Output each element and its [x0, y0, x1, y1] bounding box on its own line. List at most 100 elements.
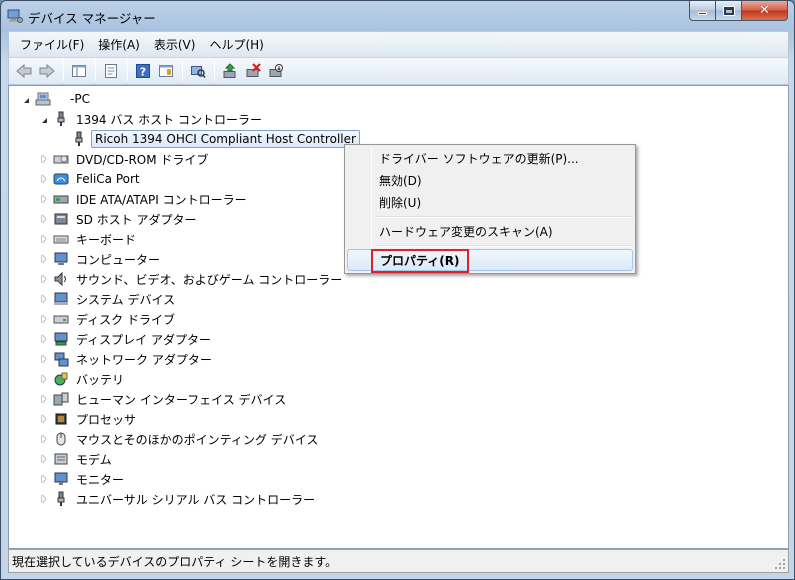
tree-category-1394[interactable]: 1394 バス ホスト コントローラー: [39, 109, 265, 129]
expand-arrow-icon[interactable]: [39, 489, 49, 509]
category-label: FeliCa Port: [76, 172, 140, 186]
category-label: プロセッサ: [76, 412, 137, 427]
tree-category[interactable]: ネットワーク アダプター: [39, 349, 215, 369]
dvd-drive-icon: [53, 151, 69, 167]
expand-arrow-icon[interactable]: [39, 389, 49, 409]
back-button[interactable]: [13, 60, 35, 82]
tree-category[interactable]: ヒューマン インターフェイス デバイス: [39, 389, 289, 409]
expand-arrow-icon[interactable]: [39, 449, 49, 469]
category-label: DVD/CD-ROM ドライブ: [76, 152, 209, 167]
tree-category[interactable]: モニター: [39, 469, 127, 489]
window-controls: ✕: [689, 1, 788, 21]
properties-icon: [105, 64, 117, 78]
computer-name: -PC: [70, 92, 90, 106]
expand-arrow-icon[interactable]: [39, 169, 49, 189]
collapse-arrow-icon[interactable]: [21, 89, 31, 109]
menu-item-scan-hardware[interactable]: ハードウェア変更のスキャン(A): [347, 220, 633, 242]
processor-icon: [53, 411, 69, 427]
tree-category[interactable]: キーボード: [39, 229, 139, 249]
help-icon: ?: [136, 64, 150, 79]
minimize-icon: [698, 12, 707, 15]
properties-toolbar-button[interactable]: [100, 60, 122, 82]
expand-arrow-icon[interactable]: [39, 229, 49, 249]
tree-category[interactable]: IDE ATA/ATAPI コントローラー: [39, 189, 250, 209]
update-driver-button[interactable]: [219, 60, 241, 82]
resize-grip-icon[interactable]: [774, 558, 786, 570]
expand-arrow-icon[interactable]: [39, 349, 49, 369]
toolbar-separator: [182, 61, 183, 81]
tree-category[interactable]: DVD/CD-ROM ドライブ: [39, 149, 211, 169]
action-pane-button[interactable]: [155, 60, 177, 82]
tree-device-ricoh[interactable]: Ricoh 1394 OHCI Compliant Host Controlle…: [57, 129, 360, 149]
category-label: ヒューマン インターフェイス デバイス: [76, 392, 287, 407]
title-bar[interactable]: デバイス マネージャー ✕: [1, 1, 794, 31]
tree-category[interactable]: プロセッサ: [39, 409, 139, 429]
tree-category[interactable]: コンピューター: [39, 249, 163, 269]
toolbar-separator: [63, 61, 64, 81]
category-label: マウスとそのほかのポインティング デバイス: [76, 432, 319, 447]
show-hide-tree-button[interactable]: [68, 60, 90, 82]
keyboard-icon: [53, 231, 69, 247]
expand-arrow-icon[interactable]: [39, 369, 49, 389]
toolbar-separator: [127, 61, 128, 81]
maximize-icon: [722, 5, 735, 16]
minimize-button[interactable]: [689, 1, 716, 21]
expand-arrow-icon[interactable]: [39, 329, 49, 349]
help-button[interactable]: ?: [132, 60, 154, 82]
tree-category[interactable]: ディスク ドライブ: [39, 309, 178, 329]
status-bar: 現在選択しているデバイスのプロパティ シートを開きます。: [8, 549, 789, 573]
menu-item-disable[interactable]: 無効(D): [347, 169, 633, 191]
tree-category[interactable]: バッテリ: [39, 369, 127, 389]
tree-category[interactable]: ユニバーサル シリアル バス コントローラー: [39, 489, 318, 509]
tree-root[interactable]: -PC: [21, 89, 93, 109]
tree-category[interactable]: モデム: [39, 449, 115, 469]
ide-controller-icon: [53, 191, 69, 207]
expand-arrow-icon[interactable]: [39, 209, 49, 229]
menu-help[interactable]: ヘルプ(H): [202, 34, 270, 56]
computer-icon: [35, 91, 51, 107]
battery-icon: [53, 371, 69, 387]
menu-item-uninstall[interactable]: 削除(U): [347, 191, 633, 213]
expand-arrow-icon[interactable]: [39, 429, 49, 449]
uninstall-device-icon: [246, 63, 261, 77]
collapse-arrow-icon[interactable]: [39, 109, 49, 129]
expand-arrow-icon[interactable]: [39, 469, 49, 489]
tree-category[interactable]: SD ホスト アダプター: [39, 209, 200, 229]
forward-button[interactable]: [36, 60, 58, 82]
expand-arrow-icon[interactable]: [39, 289, 49, 309]
menu-separator: [375, 245, 633, 247]
update-driver-icon: [223, 63, 236, 78]
category-label: ディスク ドライブ: [76, 312, 175, 327]
menu-file[interactable]: ファイル(F): [13, 34, 91, 56]
category-label: SD ホスト アダプター: [76, 212, 197, 227]
expand-arrow-icon[interactable]: [39, 249, 49, 269]
maximize-button[interactable]: [716, 1, 742, 21]
category-label: キーボード: [76, 232, 137, 247]
menu-item-label: 削除(U): [379, 195, 422, 210]
close-button[interactable]: ✕: [742, 1, 788, 21]
expand-arrow-icon[interactable]: [39, 269, 49, 289]
category-label: モデム: [76, 452, 112, 467]
tree-category[interactable]: システム デバイス: [39, 289, 178, 309]
disable-button[interactable]: [265, 60, 287, 82]
forward-arrow-icon: [39, 63, 55, 79]
menu-item-update-driver[interactable]: ドライバー ソフトウェアの更新(P)...: [347, 147, 633, 169]
tree-category[interactable]: ディスプレイ アダプター: [39, 329, 214, 349]
expand-arrow-icon[interactable]: [39, 149, 49, 169]
tree-category[interactable]: マウスとそのほかのポインティング デバイス: [39, 429, 321, 449]
tree-category[interactable]: FeliCa Port: [39, 169, 143, 189]
sd-host-icon: [53, 211, 69, 227]
network-adapter-icon: [53, 351, 69, 367]
expand-arrow-icon[interactable]: [39, 409, 49, 429]
scan-hardware-button[interactable]: [187, 60, 209, 82]
tree-category[interactable]: サウンド、ビデオ、およびゲーム コントローラー: [39, 269, 345, 289]
menu-action[interactable]: 操作(A): [91, 34, 147, 56]
uninstall-button[interactable]: [242, 60, 264, 82]
expand-arrow-icon[interactable]: [39, 309, 49, 329]
category-label: ユニバーサル シリアル バス コントローラー: [76, 492, 316, 507]
device-manager-icon: [7, 8, 23, 24]
system-devices-icon: [53, 291, 69, 307]
menu-view[interactable]: 表示(V): [147, 34, 203, 56]
expand-arrow-icon[interactable]: [39, 189, 49, 209]
disk-drive-icon: [53, 311, 69, 327]
